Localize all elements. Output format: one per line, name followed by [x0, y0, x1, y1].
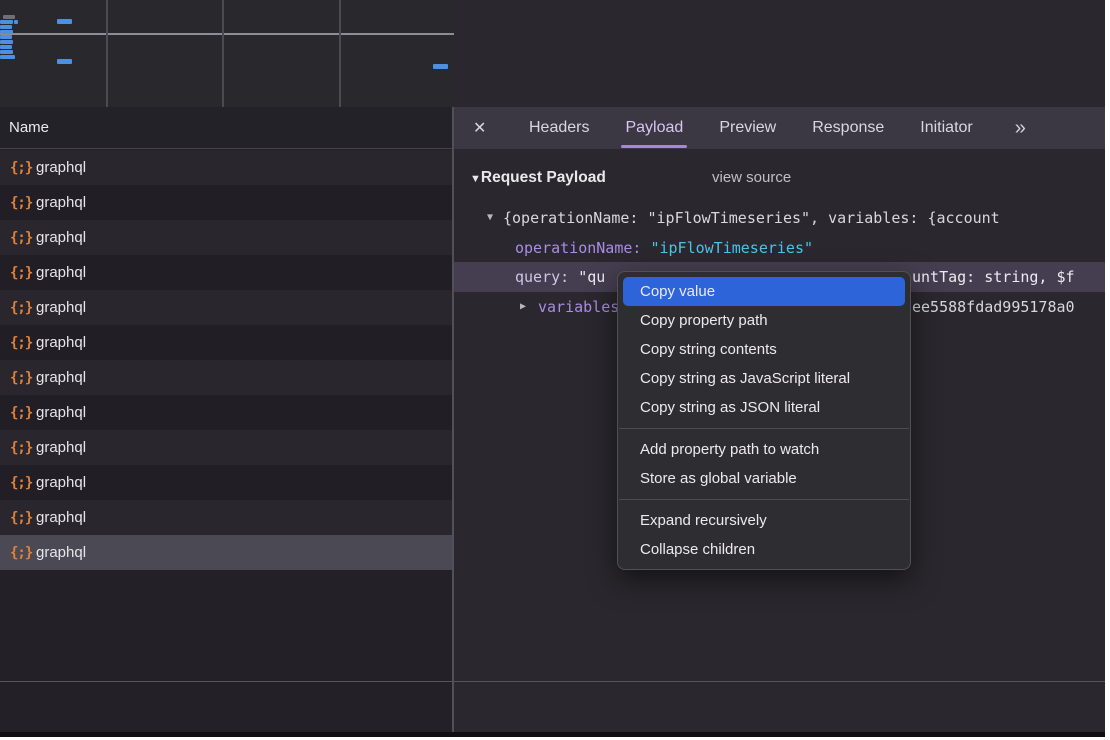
payload-preview-row[interactable]: ▼ {operationName: "ipFlowTimeseries", va… [454, 203, 1105, 233]
menu-item-copy-string-as-json-literal[interactable]: Copy string as JSON literal [623, 393, 905, 422]
menu-item-collapse-children[interactable]: Collapse children [623, 535, 905, 564]
overview-gridline [106, 0, 108, 107]
network-request-table: Name {;}graphql{;}graphql{;}graphql{;}gr… [0, 107, 452, 737]
overview-request-bar[interactable] [0, 55, 15, 59]
menu-separator [619, 499, 909, 500]
request-name: graphql [36, 474, 86, 491]
json-braces-icon: {;} [10, 440, 36, 456]
menu-item-copy-value[interactable]: Copy value [623, 277, 905, 306]
property-value-right: untTag: string, $f [912, 262, 1075, 292]
request-name: graphql [36, 194, 86, 211]
table-row[interactable]: {;}graphql [0, 360, 452, 395]
name-column-header[interactable]: Name [0, 107, 452, 149]
overview-request-bar[interactable] [0, 35, 12, 39]
json-braces-icon: {;} [10, 265, 36, 281]
request-name: graphql [36, 544, 86, 561]
request-name: graphql [36, 264, 86, 281]
property-value-left: "qu [578, 268, 605, 286]
request-name: graphql [36, 229, 86, 246]
table-row[interactable]: {;}graphql [0, 325, 452, 360]
tab-response[interactable]: Response [798, 107, 898, 149]
table-row[interactable]: {;}graphql [0, 500, 452, 535]
request-name: graphql [36, 404, 86, 421]
menu-item-add-property-path-to-watch[interactable]: Add property path to watch [623, 435, 905, 464]
panel-divider[interactable] [452, 107, 454, 732]
close-icon[interactable]: ✕ [473, 118, 493, 138]
view-source-link[interactable]: view source [712, 163, 791, 193]
menu-separator [619, 428, 909, 429]
menu-item-copy-string-contents[interactable]: Copy string contents [623, 335, 905, 364]
request-name: graphql [36, 509, 86, 526]
json-braces-icon: {;} [10, 300, 36, 316]
window-bottom-border [0, 732, 1105, 737]
expand-icon[interactable]: ▼ [487, 203, 493, 233]
json-braces-icon: {;} [10, 545, 36, 561]
more-tabs-icon[interactable]: » [1015, 117, 1024, 140]
request-payload-section: ▼Request Payload view source [454, 163, 1105, 193]
detail-tabs: HeadersPayloadPreviewResponseInitiator [511, 107, 991, 149]
table-row[interactable]: {;}graphql [0, 395, 452, 430]
collapsed-icon[interactable]: ▶ [520, 292, 526, 322]
footer-divider [0, 681, 1105, 682]
overview-request-bar[interactable] [0, 25, 12, 29]
property-value: "ipFlowTimeseries" [650, 239, 813, 257]
table-row[interactable]: {;}graphql [0, 255, 452, 290]
property-key: variables [538, 292, 619, 322]
overview-request-bar[interactable] [14, 20, 18, 24]
context-menu: Copy valueCopy property pathCopy string … [617, 271, 911, 570]
json-braces-icon: {;} [10, 335, 36, 351]
table-row[interactable]: {;}graphql [0, 465, 452, 500]
overview-gridline [339, 0, 341, 107]
tab-initiator[interactable]: Initiator [906, 107, 986, 149]
network-rows: {;}graphql{;}graphql{;}graphql{;}graphql… [0, 150, 452, 570]
operation-name-row[interactable]: operationName: "ipFlowTimeseries" [515, 233, 1105, 263]
request-name: graphql [36, 334, 86, 351]
json-braces-icon: {;} [10, 230, 36, 246]
json-braces-icon: {;} [10, 510, 36, 526]
menu-item-expand-recursively[interactable]: Expand recursively [623, 506, 905, 535]
detail-tab-bar: ✕ HeadersPayloadPreviewResponseInitiator… [454, 107, 1105, 149]
request-name: graphql [36, 159, 86, 176]
menu-item-copy-string-as-javascript-literal[interactable]: Copy string as JavaScript literal [623, 364, 905, 393]
table-row[interactable]: {;}graphql [0, 290, 452, 325]
json-braces-icon: {;} [10, 370, 36, 386]
menu-item-copy-property-path[interactable]: Copy property path [623, 306, 905, 335]
overview-request-bar[interactable] [0, 30, 13, 34]
section-title: Request Payload [481, 169, 606, 186]
overview-request-bar[interactable] [57, 59, 72, 64]
table-row[interactable]: {;}graphql [0, 430, 452, 465]
menu-item-store-as-global-variable[interactable]: Store as global variable [623, 464, 905, 493]
json-braces-icon: {;} [10, 405, 36, 421]
tab-headers[interactable]: Headers [515, 107, 603, 149]
table-row[interactable]: {;}graphql [0, 185, 452, 220]
overview-request-bar[interactable] [57, 19, 72, 24]
request-name: graphql [36, 369, 86, 386]
table-row[interactable]: {;}graphql [0, 220, 452, 255]
table-row[interactable]: {;}graphql [0, 535, 452, 570]
request-name: graphql [36, 299, 86, 316]
overview-request-bar[interactable] [0, 40, 13, 44]
overview-request-bar[interactable] [433, 64, 448, 69]
section-expand-icon[interactable]: ▼ [470, 173, 481, 185]
overview-grey-bar [3, 15, 15, 19]
payload-preview-text: {operationName: "ipFlowTimeseries", vari… [503, 203, 1000, 233]
json-braces-icon: {;} [10, 195, 36, 211]
property-key: query: [515, 268, 569, 286]
devtools-window: Name {;}graphql{;}graphql{;}graphql{;}gr… [0, 0, 1105, 737]
table-row[interactable]: {;}graphql [0, 150, 452, 185]
overview-request-bar[interactable] [0, 20, 13, 24]
property-key: operationName: [515, 239, 641, 257]
tab-payload[interactable]: Payload [611, 107, 697, 149]
json-braces-icon: {;} [10, 475, 36, 491]
overview-request-bar[interactable] [0, 50, 13, 54]
json-braces-icon: {;} [10, 160, 36, 176]
request-name: graphql [36, 439, 86, 456]
overview-request-bar[interactable] [0, 45, 12, 49]
property-value-right: ee5588fdad995178a0 [912, 292, 1075, 322]
tab-preview[interactable]: Preview [705, 107, 790, 149]
overview-gridline [222, 0, 224, 107]
